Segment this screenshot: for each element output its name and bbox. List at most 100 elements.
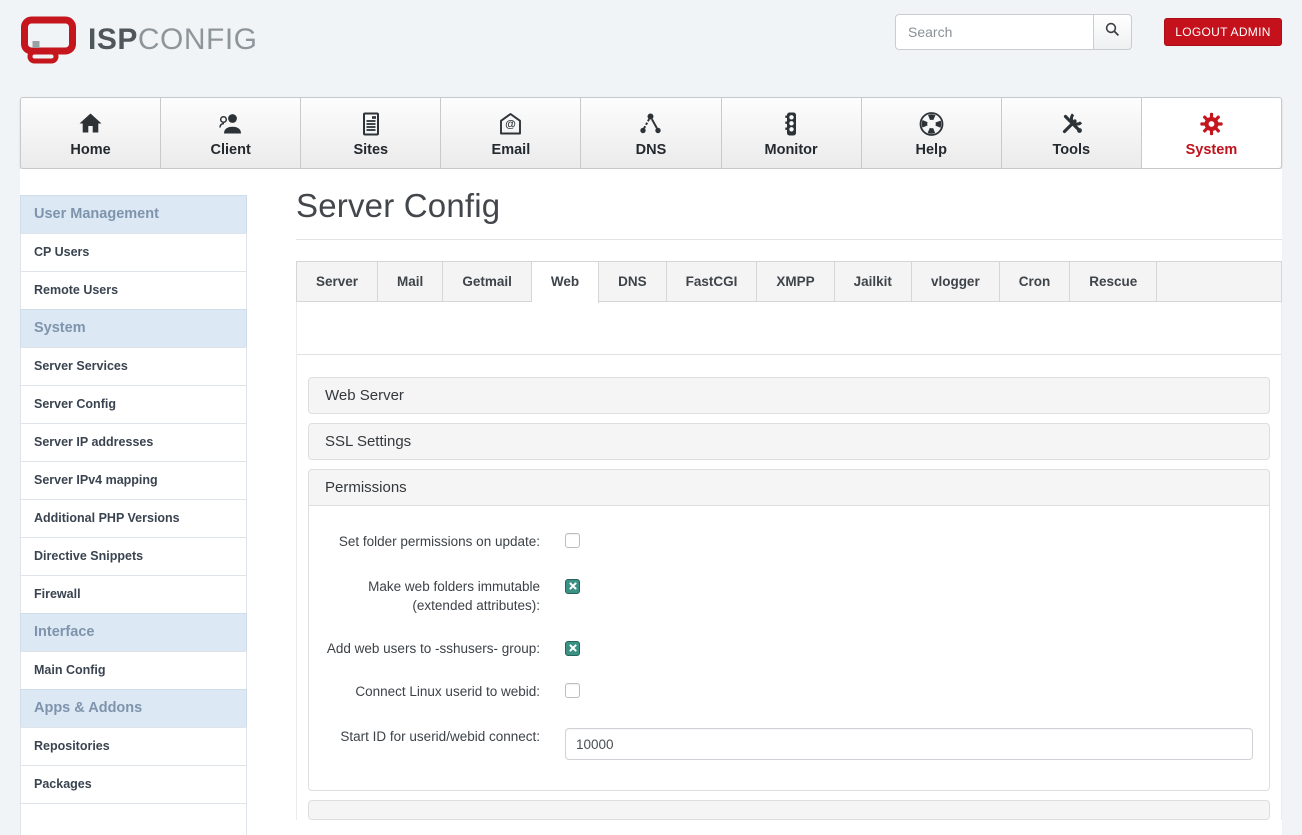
sidebar-item-additional-php-versions[interactable]: Additional PHP Versions (20, 499, 247, 538)
tab-rescue[interactable]: Rescue (1070, 262, 1158, 301)
nav-item-dns[interactable]: DNS (581, 98, 722, 168)
search-button[interactable] (1093, 14, 1132, 50)
tab-content: Web Server SSL Settings Permissions Set … (296, 302, 1282, 820)
sidebar-item-firewall[interactable]: Firewall (20, 575, 247, 614)
panel-next-partial (308, 800, 1270, 820)
sidebar-header-system: System (20, 309, 247, 348)
form-row: Add web users to -sshusers- group: (325, 639, 1253, 658)
field-control (565, 639, 580, 658)
start-id-input[interactable] (565, 728, 1253, 760)
tab-mail[interactable]: Mail (378, 262, 444, 301)
nav-item-sites[interactable]: Sites (301, 98, 442, 168)
tab-cron[interactable]: Cron (999, 262, 1071, 301)
traffic-light-icon (778, 109, 805, 137)
nav-item-monitor[interactable]: Monitor (722, 98, 862, 168)
nav-item-email[interactable]: @ Email (441, 98, 582, 168)
sidebar-header-apps-addons: Apps & Addons (20, 689, 247, 728)
field-label: Make web folders immutable (extended att… (368, 579, 540, 613)
nav-label: Sites (353, 141, 389, 158)
tab-xmpp[interactable]: XMPP (757, 262, 835, 301)
sidebar-item-main-config[interactable]: Main Config (20, 651, 247, 690)
nav-label: Help (915, 141, 947, 158)
tabstrip-filler (1157, 262, 1281, 301)
field-label: Add web users to -sshusers- group: (326, 641, 540, 656)
form-row: Make web folders immutable (extended att… (325, 577, 1253, 615)
ispconfig-logo: ISPCONFIG (20, 16, 258, 64)
web-folders-immutable-checkbox[interactable] (565, 578, 580, 594)
sidebar-item-repositories[interactable]: Repositories (20, 727, 247, 766)
logo-text-light: CONFIG (137, 23, 258, 56)
field-control (565, 577, 580, 615)
search-group (895, 14, 1132, 50)
toolbar-space (297, 302, 1281, 355)
permissions-form: Set folder permissions on update: Make w… (308, 506, 1270, 791)
main-navigation: Home Client Sites @ Email DNS Monitor He… (20, 97, 1282, 169)
sidebar-item-partial[interactable] (20, 803, 247, 835)
ispconfig-monitor-logo-icon (20, 16, 78, 64)
nav-label: Monitor (764, 141, 818, 158)
logo-text-bold: ISP (88, 23, 138, 56)
home-icon (77, 109, 104, 137)
panel-header-web-server[interactable]: Web Server (308, 377, 1270, 414)
form-row: Connect Linux userid to webid: (325, 682, 1253, 703)
nav-item-client[interactable]: Client (161, 98, 302, 168)
tab-dns[interactable]: DNS (599, 262, 667, 301)
nav-item-tools[interactable]: Tools (1002, 98, 1142, 168)
nav-item-home[interactable]: Home (21, 98, 162, 168)
nav-item-help[interactable]: Help (862, 98, 1002, 168)
nav-label: DNS (635, 141, 667, 158)
title-divider (296, 239, 1282, 240)
tab-server[interactable]: Server (297, 262, 379, 301)
connect-linux-userid-checkbox[interactable] (565, 683, 580, 698)
nav-label: Client (210, 141, 251, 158)
panel-web-server: Web Server (308, 377, 1270, 414)
logout-button[interactable]: LOGOUT ADMIN (1164, 18, 1282, 46)
set-folder-permissions-checkbox[interactable] (565, 533, 580, 548)
nav-label: System (1185, 141, 1238, 158)
logo-text: ISPCONFIG (88, 25, 258, 55)
sidebar-item-server-config[interactable]: Server Config (20, 385, 247, 424)
dns-icon (637, 109, 664, 137)
nav-item-system[interactable]: System (1141, 98, 1281, 168)
sidebar: User Management CP Users Remote Users Sy… (20, 195, 247, 835)
client-icon (217, 109, 244, 137)
panel-header-ssl-settings[interactable]: SSL Settings (308, 423, 1270, 460)
email-icon: @ (497, 109, 524, 137)
tab-web[interactable]: Web (531, 262, 600, 303)
sidebar-item-server-ipv4-mapping[interactable]: Server IPv4 mapping (20, 461, 247, 500)
sidebar-header-user-management: User Management (20, 195, 247, 234)
search-input[interactable] (895, 14, 1093, 50)
sidebar-item-cp-users[interactable]: CP Users (20, 233, 247, 272)
field-label: Connect Linux userid to webid: (355, 684, 540, 699)
form-row: Set folder permissions on update: (325, 532, 1253, 553)
sidebar-item-directive-snippets[interactable]: Directive Snippets (20, 537, 247, 576)
field-control (565, 532, 580, 553)
gear-icon (1198, 109, 1225, 137)
sidebar-item-server-ip-addresses[interactable]: Server IP addresses (20, 423, 247, 462)
tab-vlogger[interactable]: vlogger (911, 262, 1000, 301)
nav-label: Email (491, 141, 531, 158)
panel-permissions: Permissions Set folder permissions on up… (308, 469, 1270, 791)
sidebar-item-remote-users[interactable]: Remote Users (20, 271, 247, 310)
sidebar-item-packages[interactable]: Packages (20, 765, 247, 804)
svg-text:@: @ (506, 118, 517, 130)
field-control (565, 727, 1253, 760)
form-row: Start ID for userid/webid connect: (325, 727, 1253, 760)
tab-jailkit[interactable]: Jailkit (834, 262, 912, 301)
tab-getmail[interactable]: Getmail (443, 262, 532, 301)
top-header: ISPCONFIG LOGOUT ADMIN (0, 0, 1302, 97)
field-control (565, 682, 580, 703)
add-web-users-sshusers-checkbox[interactable] (565, 640, 580, 656)
main-pane: Server Config Server Mail Getmail Web DN… (296, 187, 1282, 835)
field-label: Start ID for userid/webid connect: (340, 729, 540, 744)
sidebar-header-interface: Interface (20, 613, 247, 652)
sidebar-item-server-services[interactable]: Server Services (20, 347, 247, 386)
panel-header-permissions[interactable]: Permissions (308, 469, 1270, 506)
panel-header-next-partial[interactable] (308, 800, 1270, 820)
nav-label: Tools (1052, 141, 1091, 158)
page-title: Server Config (296, 187, 501, 224)
tab-fastcgi[interactable]: FastCGI (666, 262, 758, 301)
search-icon (1105, 22, 1120, 42)
tools-icon (1058, 109, 1085, 137)
content-area: User Management CP Users Remote Users Sy… (20, 169, 1282, 835)
